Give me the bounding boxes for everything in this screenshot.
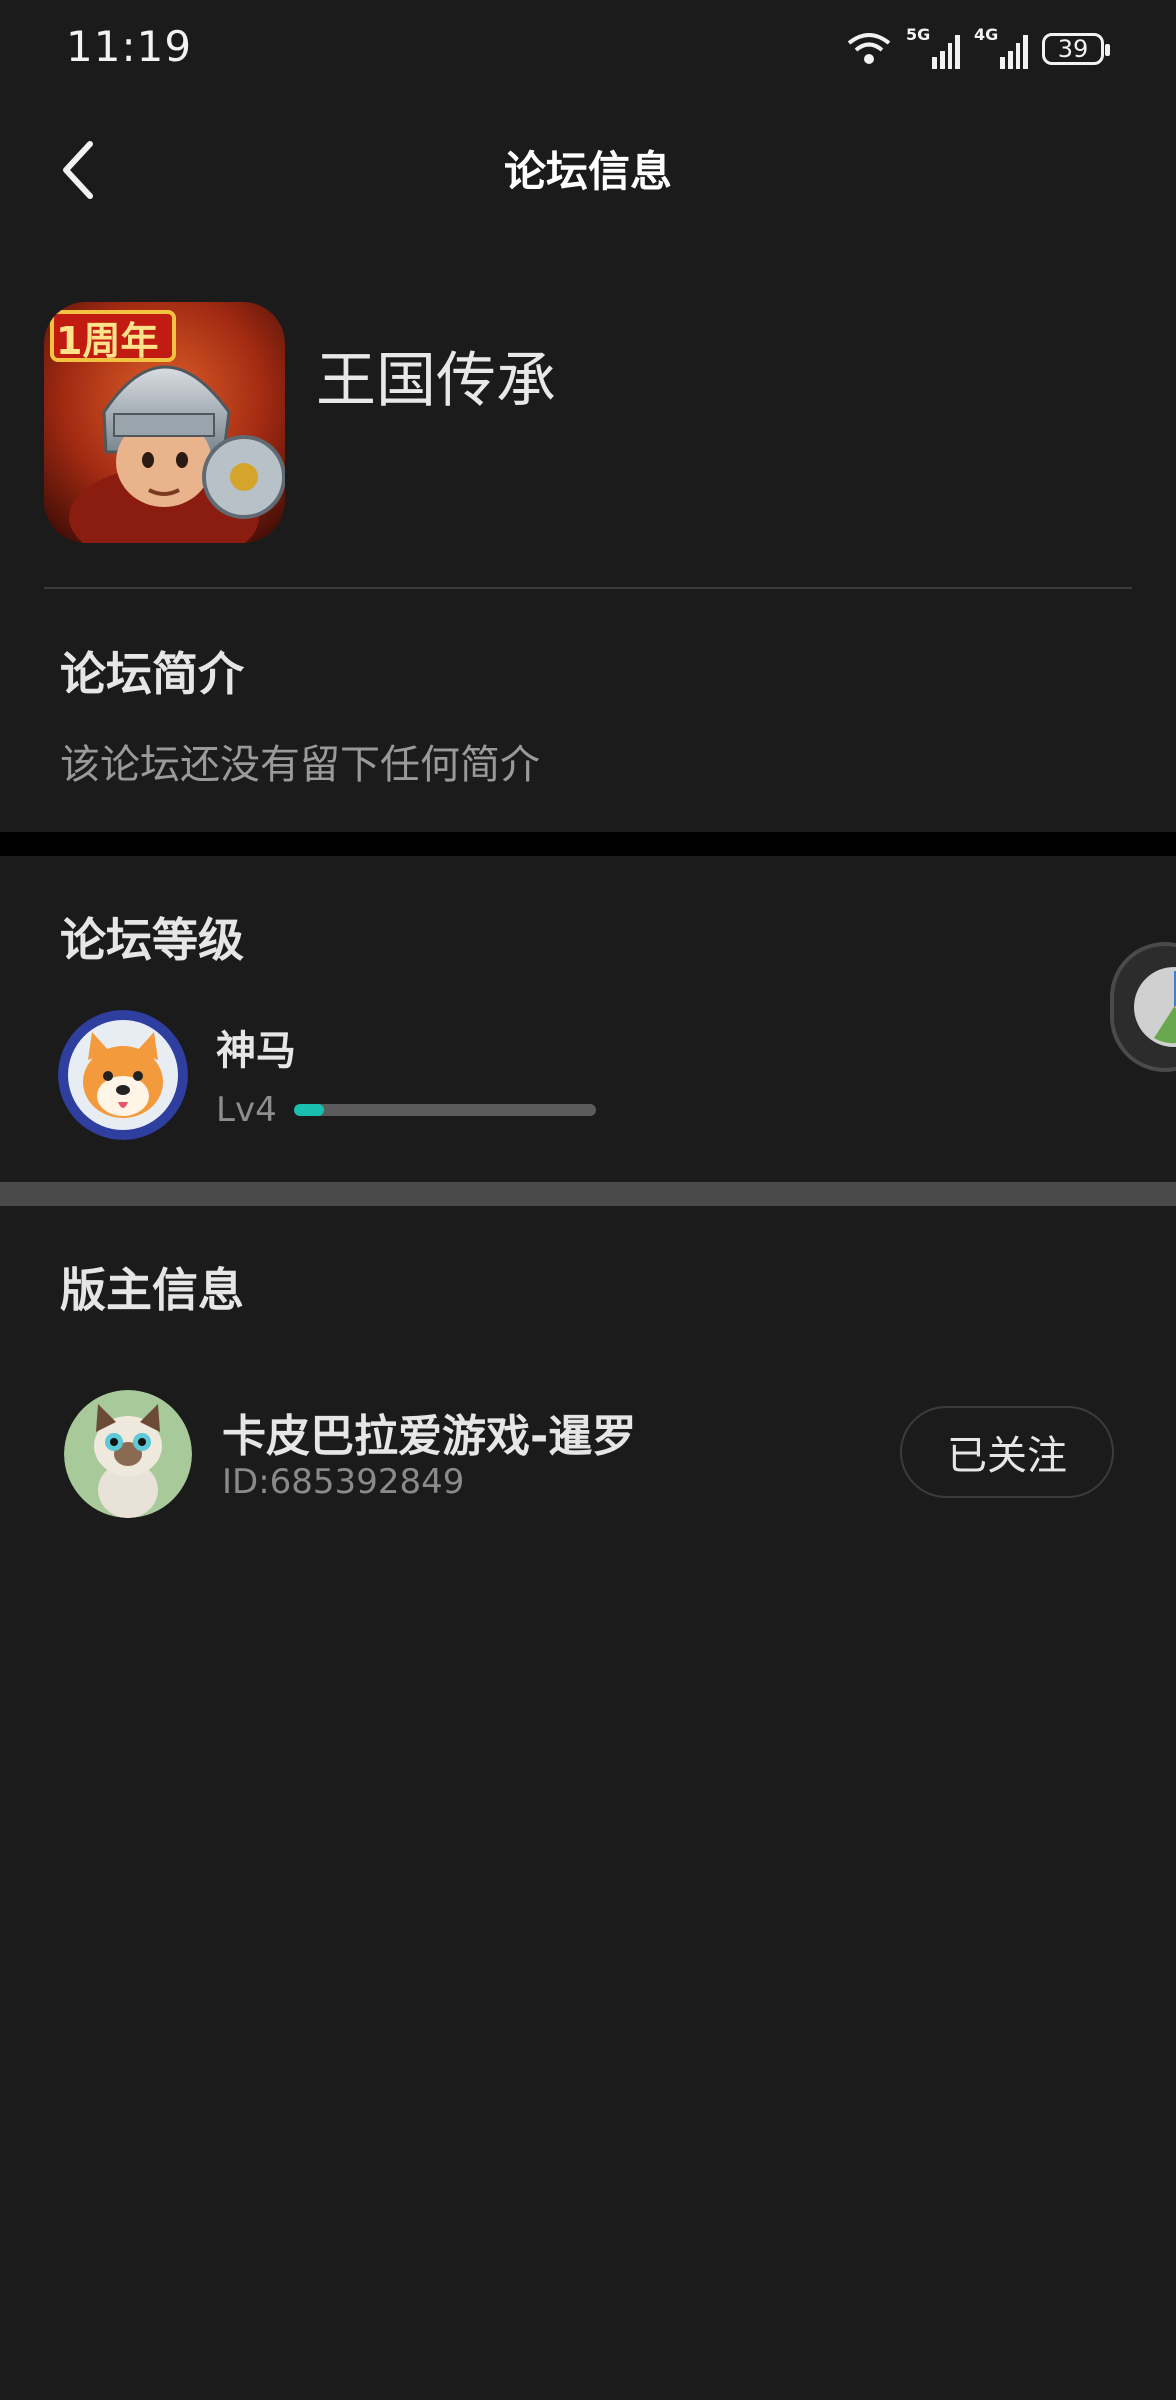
section-separator (0, 1182, 1176, 1206)
level-avatar (58, 1010, 188, 1140)
signal-4g-icon: 4G (974, 25, 1028, 69)
level-progress-bar (294, 1104, 596, 1116)
floating-assistant-button[interactable] (1110, 942, 1176, 1072)
page-title: 论坛信息 (503, 147, 672, 196)
battery-level: 39 (1057, 35, 1089, 63)
moderator-name[interactable]: 卡皮巴拉爱游戏-暹罗 (222, 1400, 636, 1464)
wifi-icon (847, 33, 891, 64)
level-title: 论坛等级 (60, 913, 244, 967)
battery-icon: 39 (1042, 33, 1110, 65)
game-icon: 1周年 (44, 302, 285, 543)
moderator-id: ID:685392849 (222, 1462, 465, 1502)
game-name: 王国传承 (316, 346, 556, 416)
level-name: 神马 (216, 1028, 296, 1074)
divider (44, 587, 1132, 589)
signal-5g-icon: 5G (906, 25, 960, 69)
section-separator (0, 832, 1176, 856)
follow-button[interactable]: 已关注 (900, 1406, 1114, 1498)
level-progress-fill (294, 1104, 325, 1116)
status-icons: 5G 4G 39 (846, 25, 1110, 72)
intro-title: 论坛简介 (60, 647, 244, 701)
moderator-avatar[interactable] (64, 1390, 192, 1518)
intro-text: 该论坛还没有留下任何简介 (60, 742, 540, 788)
level-label: Lv4 (216, 1090, 277, 1130)
status-time: 11:19 (66, 22, 193, 71)
moderator-section-title: 版主信息 (60, 1263, 244, 1317)
anniversary-badge: 1周年 (56, 319, 159, 363)
